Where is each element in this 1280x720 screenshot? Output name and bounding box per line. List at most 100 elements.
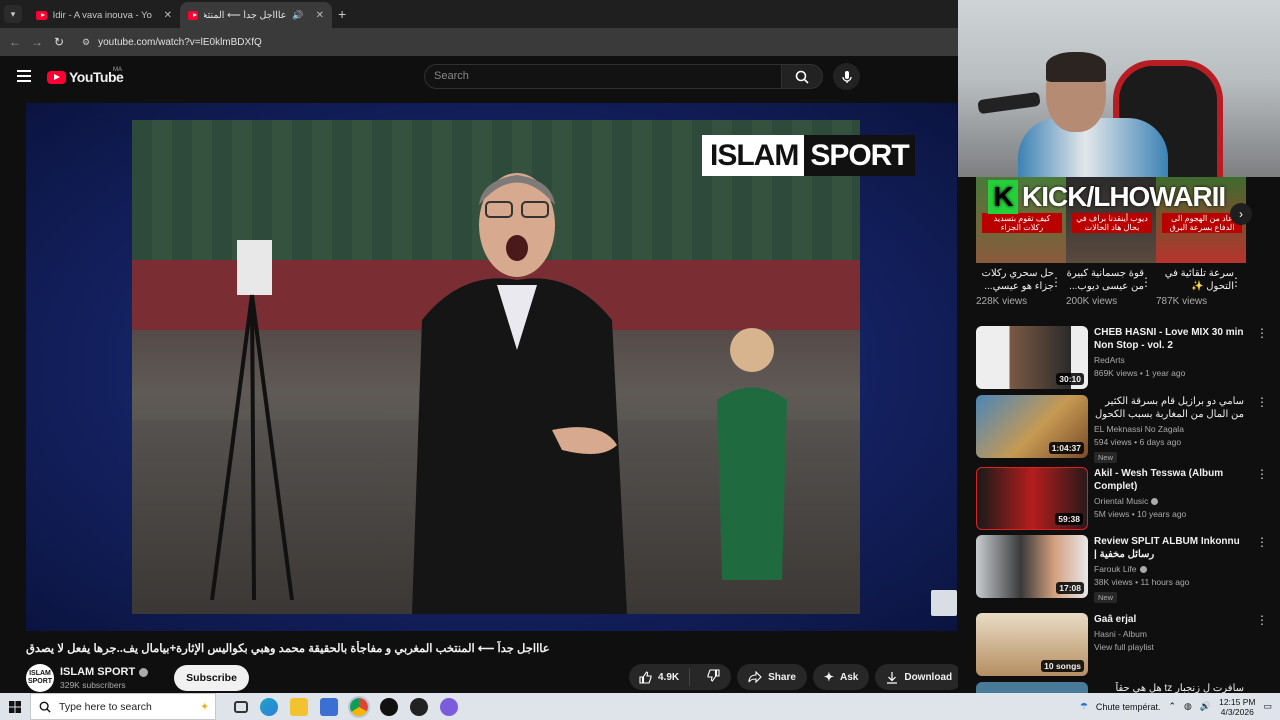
menu-icon[interactable] bbox=[17, 70, 31, 85]
youtube-logo[interactable]: YouTube MA bbox=[47, 67, 124, 85]
speaker-icon[interactable]: 🔊 bbox=[292, 10, 303, 21]
dislike-button[interactable] bbox=[696, 669, 731, 685]
volume-icon[interactable]: 🔊 bbox=[1200, 701, 1211, 712]
recommendation-title[interactable]: سافرت ل زنجبار tz هل هي حقاً مافيه bbox=[1094, 682, 1244, 693]
close-tab-icon[interactable]: ✕ bbox=[316, 10, 324, 21]
weather-icon: ☂ bbox=[1079, 701, 1088, 711]
url-field[interactable]: ⚙ youtube.com/watch?v=lE0klmBDXfQ bbox=[82, 37, 262, 48]
kick-banner: K KICK/LHOWARII bbox=[988, 179, 1248, 215]
task-view-icon[interactable] bbox=[234, 700, 248, 713]
recommendation-thumbnail[interactable]: 30:10 bbox=[976, 326, 1088, 389]
share-button[interactable]: Share bbox=[737, 664, 807, 690]
notifications-icon[interactable]: ▭ bbox=[1263, 701, 1272, 712]
file-explorer-icon[interactable] bbox=[290, 697, 308, 716]
recommendation-channel: Hasni - Album bbox=[1094, 629, 1244, 639]
recommendation-title[interactable]: Akil - Wesh Tesswa (Album Complet) bbox=[1094, 467, 1244, 493]
clock[interactable]: 12:15 PM 4/3/2026 bbox=[1219, 697, 1255, 717]
youtube-favicon-icon bbox=[36, 10, 47, 20]
more-vertical-icon[interactable]: ⋮ bbox=[1256, 613, 1268, 627]
recommendation-thumbnail[interactable]: 17:08 bbox=[976, 535, 1088, 598]
new-tab-button[interactable]: + bbox=[338, 6, 346, 22]
playlist-thumbnail[interactable]: 10 songs bbox=[976, 613, 1088, 676]
recommendation-item[interactable]: 17:08 Review SPLIT ALBUM Inkonnu | رسائل… bbox=[976, 535, 1276, 605]
channel-info: ISLAM SPORT 329K subscribers bbox=[60, 666, 149, 690]
youtube-play-icon bbox=[47, 70, 66, 84]
recommendation-title[interactable]: Gaâ erjal bbox=[1094, 613, 1244, 626]
recommendation-thumbnail[interactable] bbox=[976, 682, 1088, 693]
camera-tripod bbox=[210, 240, 294, 600]
chrome-icon[interactable] bbox=[348, 695, 370, 718]
recommendation-item[interactable]: 10 songs Gaâ erjal Hasni - Album View fu… bbox=[976, 613, 1276, 676]
channel-label[interactable]: Oriental Music bbox=[1094, 496, 1148, 506]
channel-label[interactable]: Farouk Life bbox=[1094, 564, 1137, 574]
more-vertical-icon[interactable]: ⋮ bbox=[1230, 275, 1242, 289]
channel-avatar[interactable]: ISLAM SPORT bbox=[26, 664, 54, 692]
child-figure bbox=[717, 328, 787, 580]
more-vertical-icon[interactable]: ⋮ bbox=[1256, 535, 1268, 549]
watermark-right: SPORT bbox=[804, 135, 915, 176]
more-vertical-icon[interactable]: ⋮ bbox=[1256, 326, 1268, 340]
search-input[interactable]: Search bbox=[424, 64, 782, 89]
next-arrow-button[interactable]: › bbox=[1230, 203, 1252, 225]
edge-icon[interactable] bbox=[260, 697, 278, 716]
recommendations-sidebar: كيف تقوم بتسديد ركلات الجزاء حل سحري ركل… bbox=[958, 177, 1280, 693]
download-icon bbox=[887, 671, 898, 684]
more-vertical-icon[interactable]: ⋮ bbox=[1050, 275, 1062, 289]
tab-list-button[interactable]: ▾ bbox=[4, 5, 22, 23]
channel-branding-icon[interactable] bbox=[931, 590, 957, 616]
tab-current-video[interactable]: عاااجل جداً ⟵ المنتخب المغر 🔊 ✕ bbox=[180, 2, 332, 28]
recommendation-item[interactable]: 1:04:37 سامي دو برازيل قام بسرقة الكثير … bbox=[976, 395, 1276, 465]
reload-button[interactable]: ↻ bbox=[48, 35, 70, 49]
youtube-header: YouTube MA Search bbox=[0, 56, 958, 100]
recommendation-item[interactable]: 30:10 CHEB HASNI - Love MIX 30 min Non S… bbox=[976, 326, 1276, 389]
close-tab-icon[interactable]: ✕ bbox=[164, 10, 172, 21]
more-vertical-icon[interactable]: ⋮ bbox=[1140, 275, 1152, 289]
sparkle-icon: ✦ bbox=[823, 670, 834, 684]
recommendation-channel: EL Meknassi No Zagala bbox=[1094, 424, 1244, 434]
channel-name[interactable]: ISLAM SPORT bbox=[60, 666, 135, 678]
taskbar-pinned-apps bbox=[234, 695, 458, 718]
webcam-overlay bbox=[958, 0, 1280, 177]
record-app-icon[interactable] bbox=[380, 697, 398, 716]
view-playlist-link[interactable]: View full playlist bbox=[1094, 642, 1244, 652]
back-button[interactable]: ← bbox=[4, 35, 26, 49]
recommendation-meta: Akil - Wesh Tesswa (Album Complet) Orien… bbox=[1094, 467, 1268, 530]
new-badge: New bbox=[1094, 592, 1118, 603]
voice-search-button[interactable] bbox=[833, 63, 860, 90]
download-button[interactable]: Download bbox=[875, 664, 964, 690]
tab-idir[interactable]: Idir - A vava inouva - YouTube ✕ bbox=[28, 2, 180, 28]
thumbs-up-icon bbox=[639, 670, 652, 684]
more-vertical-icon[interactable]: ⋮ bbox=[1256, 395, 1268, 409]
channel-label[interactable]: Hasni - Album bbox=[1094, 629, 1147, 639]
recommendation-item[interactable]: 59:38 Akil - Wesh Tesswa (Album Complet)… bbox=[976, 467, 1276, 530]
like-button[interactable]: 4.9K bbox=[629, 668, 691, 686]
network-icon[interactable]: ◍ bbox=[1184, 701, 1192, 712]
windows-logo-icon bbox=[9, 700, 21, 713]
recommendation-thumbnail[interactable]: 1:04:37 bbox=[976, 395, 1088, 458]
weather-text[interactable]: Chute températ. bbox=[1096, 702, 1161, 712]
recommendation-thumbnail[interactable]: 59:38 bbox=[976, 467, 1088, 530]
address-bar: ← → ↻ ⚙ youtube.com/watch?v=lE0klmBDXfQ bbox=[0, 28, 958, 56]
video-duration: 59:38 bbox=[1055, 513, 1083, 525]
store-icon[interactable] bbox=[320, 697, 338, 716]
more-vertical-icon[interactable]: ⋮ bbox=[1256, 467, 1268, 481]
obs-icon[interactable] bbox=[410, 697, 428, 716]
video-player[interactable]: ISLAM SPORT bbox=[26, 103, 957, 631]
recommendation-item[interactable]: سافرت ل زنجبار tz هل هي حقاً مافيه bbox=[976, 682, 1276, 693]
tray-expand-icon[interactable]: ⌃ bbox=[1168, 701, 1176, 712]
tab-title: عاااجل جداً ⟵ المنتخب المغر bbox=[203, 9, 287, 21]
forward-button[interactable]: → bbox=[26, 35, 48, 49]
start-button[interactable] bbox=[0, 700, 30, 713]
search-button[interactable] bbox=[781, 64, 823, 89]
recommendation-title[interactable]: CHEB HASNI - Love MIX 30 min Non Stop - … bbox=[1094, 326, 1244, 352]
discord-icon[interactable] bbox=[440, 697, 458, 716]
site-info-icon[interactable]: ⚙ bbox=[82, 37, 90, 48]
channel-label[interactable]: EL Meknassi No Zagala bbox=[1094, 424, 1184, 434]
channel-label[interactable]: RedArts bbox=[1094, 355, 1125, 365]
recommendation-title[interactable]: سامي دو برازيل قام بسرقة الكثير من المال… bbox=[1094, 395, 1244, 421]
ask-button[interactable]: ✦ Ask bbox=[812, 664, 870, 690]
subscribe-button[interactable]: Subscribe bbox=[174, 665, 249, 691]
video-actions: 4.9K Share ✦ Ask Download ••• bbox=[629, 664, 998, 690]
recommendation-title[interactable]: Review SPLIT ALBUM Inkonnu | رسائل مخفية bbox=[1094, 535, 1244, 561]
taskbar-search[interactable]: Type here to search ✦ bbox=[30, 693, 216, 720]
